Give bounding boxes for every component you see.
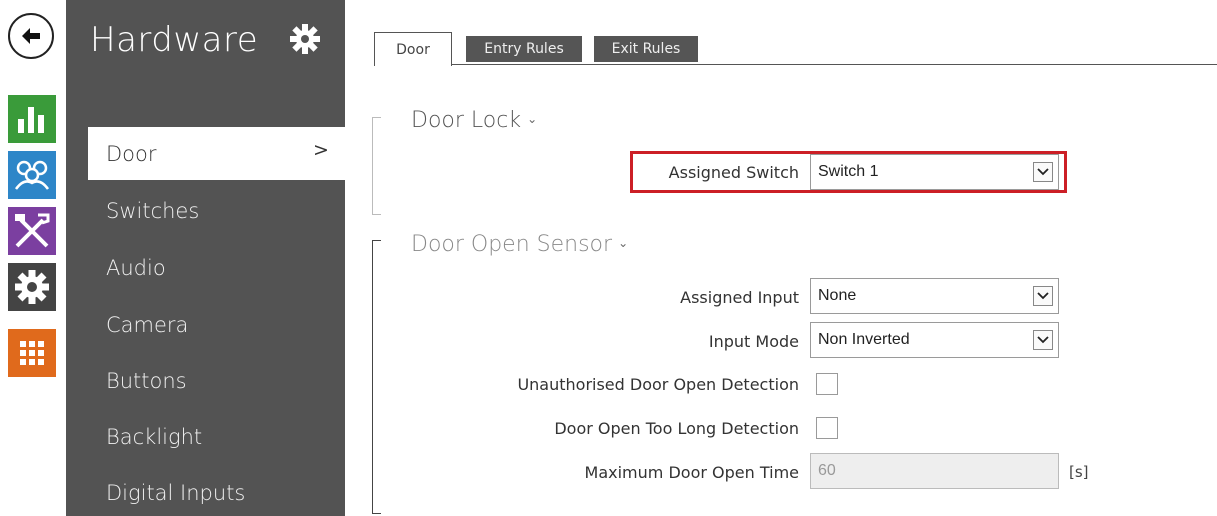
sidebar-item-backlight[interactable]: Backlight: [106, 425, 202, 449]
chevron-down-icon: [1033, 330, 1053, 350]
chevron-down-icon: [1033, 286, 1053, 306]
sidebar-item-switches[interactable]: Switches: [106, 199, 199, 223]
users-icon: [8, 151, 56, 199]
sidebar-item-camera[interactable]: Camera: [106, 313, 188, 337]
system-nav-button[interactable]: [6, 327, 58, 379]
chart-icon: [8, 95, 56, 143]
services-nav-button[interactable]: [6, 261, 58, 313]
assigned-input-label: Assigned Input: [680, 288, 799, 307]
chevron-down-icon: ⌄: [527, 112, 538, 126]
section-bracket: [372, 240, 381, 514]
unit-label: [s]: [1069, 463, 1089, 481]
input-mode-label: Input Mode: [708, 332, 799, 351]
door-open-sensor-section-title[interactable]: Door Open Sensor ⌄: [411, 232, 628, 257]
tab-bar-line: [374, 64, 1217, 65]
assigned-switch-select[interactable]: Switch 1: [810, 154, 1059, 190]
section-bracket: [372, 117, 381, 215]
unauthorised-door-open-label: Unauthorised Door Open Detection: [517, 375, 799, 394]
door-open-too-long-label: Door Open Too Long Detection: [554, 419, 799, 438]
select-value: None: [818, 287, 857, 304]
unauthorised-door-open-checkbox[interactable]: [816, 373, 838, 395]
input-value: 60: [818, 462, 836, 479]
sidebar-item-label: Door: [106, 142, 157, 166]
gear-icon: [8, 263, 56, 311]
back-arrow-icon: [22, 28, 40, 44]
sidebar-title: Hardware: [90, 20, 259, 60]
hardware-nav-button[interactable]: [6, 205, 58, 257]
tab-door[interactable]: Door: [374, 32, 452, 66]
select-value: Non Inverted: [818, 331, 910, 348]
section-title-text: Door Open Sensor: [411, 232, 613, 257]
chevron-right-icon: >: [313, 139, 329, 161]
assigned-input-select[interactable]: None: [810, 278, 1059, 314]
select-value: Switch 1: [818, 163, 879, 180]
door-open-too-long-checkbox[interactable]: [816, 417, 838, 439]
chevron-down-icon: [1033, 162, 1053, 182]
chevron-down-icon: ⌄: [618, 236, 629, 250]
input-mode-select[interactable]: Non Inverted: [810, 322, 1059, 358]
assigned-switch-label: Assigned Switch: [668, 163, 799, 182]
tools-icon: [8, 207, 56, 255]
sidebar-item-audio[interactable]: Audio: [106, 256, 166, 280]
back-button[interactable]: [8, 13, 54, 59]
door-lock-section-title[interactable]: Door Lock ⌄: [411, 108, 537, 133]
max-door-open-time-label: Maximum Door Open Time: [584, 463, 799, 482]
status-nav-button[interactable]: [6, 93, 58, 145]
max-door-open-time-input[interactable]: 60: [810, 453, 1059, 489]
tab-entry-rules[interactable]: Entry Rules: [466, 36, 582, 62]
section-title-text: Door Lock: [411, 108, 522, 133]
sidebar-item-buttons[interactable]: Buttons: [106, 369, 187, 393]
directory-nav-button[interactable]: [6, 149, 58, 201]
tab-exit-rules[interactable]: Exit Rules: [594, 36, 698, 62]
grid-icon: [8, 329, 56, 377]
settings-gear-icon: [290, 24, 320, 54]
sidebar-item-digital-inputs[interactable]: Digital Inputs: [106, 481, 245, 505]
